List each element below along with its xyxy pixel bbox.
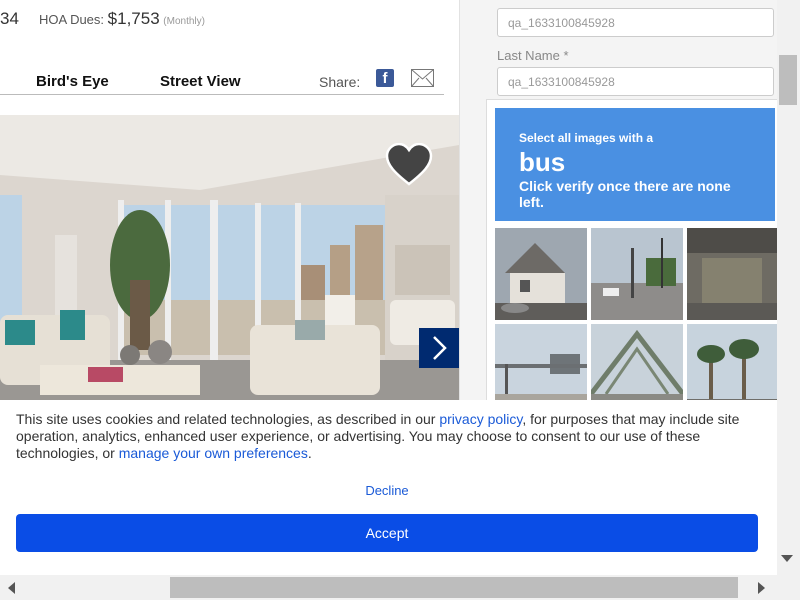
captcha-instruction: Select all images with a <box>519 131 654 145</box>
captcha-tile-2[interactable] <box>591 228 683 320</box>
cookie-banner: This site uses cookies and related techn… <box>0 400 777 575</box>
captcha-tile-1[interactable] <box>495 228 587 320</box>
scroll-left-arrow-icon[interactable] <box>8 582 15 594</box>
last-name-label: Last Name * <box>497 48 569 63</box>
next-photo-button[interactable] <box>419 328 459 368</box>
chevron-right-icon <box>433 336 447 360</box>
vertical-scrollbar-thumb[interactable] <box>779 55 797 105</box>
tabs-divider <box>0 94 444 95</box>
hoa-amount: $1,753 <box>107 9 160 28</box>
scroll-right-arrow-icon[interactable] <box>758 582 765 594</box>
hoa-label: HOA Dues: <box>39 12 105 27</box>
favorite-heart-icon[interactable] <box>385 143 433 187</box>
last-name-field[interactable] <box>497 67 774 96</box>
listing-panel: 34 HOA Dues: $1,753 (Monthly) Bird's Eye… <box>0 0 459 400</box>
facebook-icon[interactable]: f <box>376 69 394 87</box>
accept-button[interactable]: Accept <box>16 514 758 552</box>
horizontal-scrollbar-thumb[interactable] <box>170 577 738 598</box>
tab-street-view[interactable]: Street View <box>160 73 241 90</box>
first-name-field[interactable] <box>497 8 774 37</box>
hoa-period: (Monthly) <box>163 16 205 27</box>
cookie-text-part-1: This site uses cookies and related techn… <box>16 411 440 427</box>
captcha-tile-3[interactable] <box>687 228 779 320</box>
mail-icon[interactable] <box>411 69 434 87</box>
decline-button[interactable]: Decline <box>0 483 774 498</box>
captcha-challenge: Select all images with a bus Click verif… <box>486 99 779 416</box>
cookie-text-part-3: . <box>307 445 312 461</box>
privacy-policy-link[interactable]: privacy policy <box>439 411 522 427</box>
tab-birds-eye[interactable]: Bird's Eye <box>36 73 109 90</box>
browser-viewport: 34 HOA Dues: $1,753 (Monthly) Bird's Eye… <box>0 0 800 600</box>
share-label: Share: <box>319 74 361 90</box>
hoa-dues: HOA Dues: $1,753 (Monthly) <box>39 9 205 29</box>
captcha-target: bus <box>519 147 566 177</box>
manage-preferences-link[interactable]: manage your own preferences <box>119 445 308 461</box>
price-fragment: 34 <box>0 9 19 28</box>
cookie-message: This site uses cookies and related techn… <box>16 411 756 462</box>
captcha-header: Select all images with a bus Click verif… <box>495 108 775 221</box>
scroll-down-arrow-icon[interactable] <box>781 555 793 562</box>
captcha-hint: Click verify once there are none left. <box>519 178 731 210</box>
